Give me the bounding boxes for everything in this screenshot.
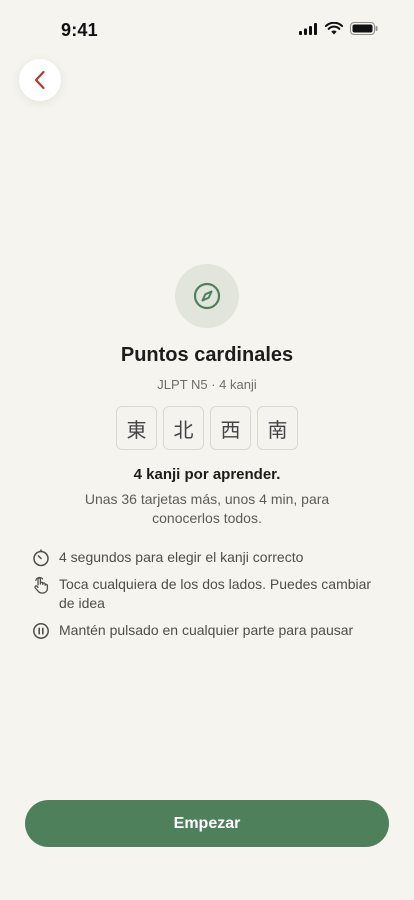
start-button[interactable]: Empezar <box>25 800 389 847</box>
lesson-icon-circle <box>175 264 239 328</box>
tip-text: 4 segundos para elegir el kanji correcto <box>59 549 304 565</box>
tips-list: 4 segundos para elegir el kanji correcto… <box>32 548 386 648</box>
tip-item: Toca cualquiera de los dos lados. Puedes… <box>32 575 386 613</box>
kanji-count-line: 4 kanji por aprender. <box>133 466 281 483</box>
tap-hand-icon <box>34 576 49 594</box>
tip-item: Mantén pulsado en cualquier parte para p… <box>32 621 386 640</box>
status-bar: 9:41 <box>0 0 414 60</box>
kanji-tile: 西 <box>210 406 251 450</box>
kanji-tile: 北 <box>163 406 204 450</box>
lesson-subtitle: JLPT N5 · 4 kanji <box>157 377 257 392</box>
tip-text: Toca cualquiera de los dos lados. Puedes… <box>59 576 372 611</box>
compass-icon <box>193 282 221 310</box>
wifi-icon <box>325 22 343 35</box>
chevron-left-icon <box>34 70 45 90</box>
lesson-intro: Puntos cardinales JLPT N5 · 4 kanji 東 北 … <box>0 264 414 528</box>
kanji-tile: 東 <box>116 406 157 450</box>
pause-icon <box>33 623 49 639</box>
lesson-title: Puntos cardinales <box>120 344 294 366</box>
back-button[interactable] <box>19 59 61 101</box>
lesson-description: Unas 36 tarjetas más, unos 4 min, para c… <box>84 491 330 526</box>
battery-icon <box>350 22 378 35</box>
timer-icon <box>33 549 49 567</box>
cellular-signal-icon <box>299 22 317 35</box>
kanji-list: 東 北 西 南 <box>116 406 298 450</box>
status-time: 9:41 <box>61 20 98 40</box>
kanji-tile: 南 <box>257 406 298 450</box>
status-icons <box>299 22 378 35</box>
tip-text: Mantén pulsado en cualquier parte para p… <box>59 622 354 638</box>
tip-item: 4 segundos para elegir el kanji correcto <box>32 548 386 567</box>
